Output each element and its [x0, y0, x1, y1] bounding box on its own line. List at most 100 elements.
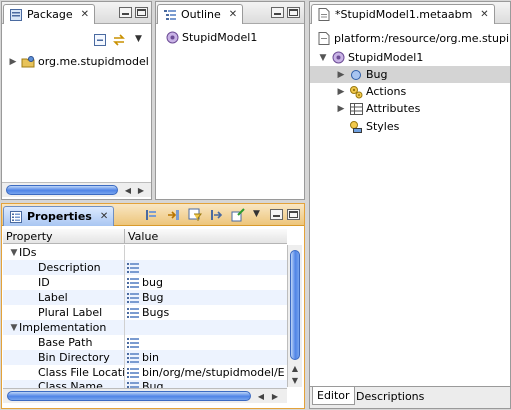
view-menu-chevron-down-icon[interactable]: ▼ — [253, 209, 260, 219]
column-header-property[interactable]: Property — [3, 229, 125, 244]
column-header-value[interactable]: Value — [125, 229, 287, 244]
property-name: Plural Label — [38, 306, 103, 319]
link-with-editor-icon[interactable] — [112, 33, 126, 50]
property-value[interactable]: bin/org/me/stupidmodel/E — [127, 365, 285, 380]
scroll-thumb[interactable] — [6, 185, 118, 195]
tree-item-attributes[interactable]: ▶ Attributes — [336, 100, 421, 117]
tab-properties[interactable]: Properties ✕ — [3, 206, 115, 226]
tab-editor-file[interactable]: *StupidModel1.metaabm ✕ — [311, 4, 495, 24]
tab-package[interactable]: Package ✕ — [3, 4, 95, 24]
table-row[interactable]: Base Path — [3, 335, 287, 350]
scroll-right-icon[interactable]: ▶ — [135, 184, 147, 196]
property-value[interactable]: Bugs — [127, 305, 285, 320]
expand-arrow-icon[interactable]: ▶ — [336, 87, 346, 97]
filter-icon[interactable] — [188, 208, 202, 225]
editor-view: *StupidModel1.metaabm ✕ platform:/resour… — [309, 1, 511, 409]
show-advanced-icon[interactable] — [166, 208, 180, 225]
table-row[interactable]: Class File Locati bin/org/me/stupidmodel… — [3, 365, 287, 380]
group-label: IDs — [19, 246, 37, 259]
collapse-all-icon[interactable] — [94, 34, 106, 49]
editor-tabbar: *StupidModel1.metaabm ✕ — [310, 2, 510, 24]
value-text: Bug — [142, 380, 164, 388]
scroll-left-icon[interactable]: ◀ — [255, 390, 267, 402]
maximize-button[interactable] — [287, 7, 300, 18]
close-icon[interactable]: ✕ — [229, 9, 237, 20]
table-row[interactable]: Label Bug — [3, 290, 287, 305]
expand-arrow-icon[interactable]: ▶ — [336, 104, 346, 114]
tree-item-model[interactable]: StupidModel1 — [162, 29, 257, 46]
value-text: bug — [142, 276, 163, 289]
editor-tab-label: *StupidModel1.metaabm — [335, 8, 473, 21]
resource-path-row[interactable]: platform:/resource/org.me.stupi — [314, 30, 509, 47]
property-value[interactable]: bug — [127, 275, 285, 290]
table-row[interactable]: ▼ Implementation — [3, 320, 287, 335]
scroll-down-icon[interactable]: ▼ — [289, 374, 301, 386]
tree-item-label: Actions — [366, 85, 407, 98]
styles-icon — [349, 120, 363, 134]
tree-item-label: StupidModel1 — [182, 31, 258, 44]
collapse-arrow-icon[interactable]: ▼ — [9, 323, 19, 333]
table-row[interactable]: Description — [3, 260, 287, 275]
horizontal-scrollbar[interactable]: ◀ ▶ — [2, 182, 151, 197]
outline-tabbar: Outline ✕ — [156, 2, 304, 24]
tree-item-styles[interactable]: Styles — [346, 118, 399, 135]
outline-icon — [163, 8, 177, 22]
property-name: Class File Locati — [38, 366, 126, 379]
table-row[interactable]: ▼ IDs — [3, 245, 287, 260]
tab-descriptions[interactable]: Descriptions — [352, 387, 428, 405]
group-toggle[interactable]: ▼ IDs — [9, 245, 37, 260]
property-value[interactable] — [127, 335, 285, 350]
collapse-arrow-icon[interactable]: ▼ — [318, 53, 328, 63]
close-icon[interactable]: ✕ — [100, 211, 108, 222]
scroll-thumb[interactable] — [290, 250, 300, 360]
property-value[interactable]: bin — [127, 350, 285, 365]
horizontal-scrollbar[interactable]: ◀ ▶ — [3, 388, 287, 403]
show-categories-icon[interactable] — [145, 209, 157, 224]
outline-view: Outline ✕ StupidModel1 — [155, 1, 305, 200]
view-menu-chevron-down-icon[interactable]: ▼ — [135, 34, 142, 44]
close-icon[interactable]: ✕ — [480, 9, 488, 20]
tree-item-bug[interactable]: ▶ Bug — [336, 66, 388, 83]
tree-item-model[interactable]: ▼ StupidModel1 — [318, 49, 424, 66]
package-explorer-view: Package ✕ ▼ ▶ org.me.stupidmodel ◀ ▶ — [1, 1, 152, 200]
minimize-button[interactable] — [119, 7, 132, 18]
scroll-up-icon[interactable]: ▲ — [289, 362, 301, 374]
property-value[interactable] — [127, 260, 285, 275]
property-value[interactable]: Bug — [127, 380, 285, 388]
value-icon — [127, 262, 139, 273]
table-row[interactable]: ID bug — [3, 275, 287, 290]
pin-icon[interactable] — [210, 208, 224, 225]
collapse-arrow-icon[interactable]: ▼ — [9, 248, 19, 258]
gears-icon — [349, 85, 363, 99]
maximize-button[interactable] — [135, 7, 148, 18]
expand-arrow-icon[interactable]: ▶ — [336, 70, 346, 80]
restore-defaults-icon[interactable] — [231, 208, 245, 225]
attributes-table-icon — [349, 102, 363, 116]
tree-item-package[interactable]: ▶ org.me.stupidmodel — [8, 53, 149, 70]
table-row[interactable]: Plural Label Bugs — [3, 305, 287, 320]
tab-outline[interactable]: Outline ✕ — [157, 4, 244, 24]
maximize-button[interactable] — [287, 209, 300, 220]
scroll-thumb[interactable] — [7, 391, 251, 401]
close-icon[interactable]: ✕ — [81, 9, 89, 20]
property-value[interactable]: Bug — [127, 290, 285, 305]
vertical-scrollbar[interactable]: ▲ ▼ — [287, 245, 302, 387]
minimize-button[interactable] — [270, 209, 283, 220]
group-toggle[interactable]: ▼ Implementation — [9, 320, 107, 335]
table-row[interactable]: Class Name Bug — [3, 380, 287, 388]
scroll-left-icon[interactable]: ◀ — [122, 184, 134, 196]
tree-item-label: org.me.stupidmodel — [38, 55, 149, 68]
tab-editor[interactable]: Editor — [312, 387, 355, 405]
scroll-right-icon[interactable]: ▶ — [269, 390, 281, 402]
tree-item-actions[interactable]: ▶ Actions — [336, 83, 406, 100]
tree-item-label: StupidModel1 — [348, 51, 424, 64]
minimize-button[interactable] — [271, 7, 284, 18]
tab-descriptions-label: Descriptions — [356, 389, 425, 403]
package-explorer-icon — [9, 8, 23, 22]
expand-arrow-icon[interactable]: ▶ — [8, 57, 18, 67]
properties-icon — [9, 210, 23, 224]
table-row[interactable]: Bin Directory bin — [3, 350, 287, 365]
outline-tab-label: Outline — [181, 8, 221, 21]
property-name: Class Name — [38, 380, 103, 388]
column-header-label: Property — [6, 229, 53, 243]
